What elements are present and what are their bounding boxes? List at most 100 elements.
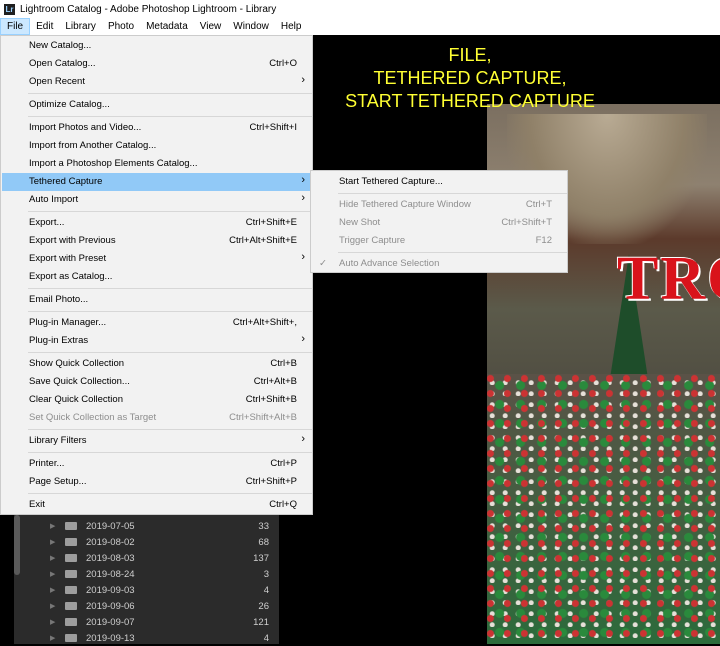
menu-bar: File Edit Library Photo Metadata View Wi…: [0, 18, 720, 35]
lightroom-app-icon: Lr: [4, 3, 15, 15]
menu-item-new-catalog[interactable]: New Catalog...: [2, 37, 313, 55]
menu-item-printer[interactable]: Printer... Ctrl+P: [2, 455, 313, 473]
menu-item-new-shot: New Shot Ctrl+Shift+T: [312, 214, 568, 232]
menu-item-page-setup[interactable]: Page Setup... Ctrl+Shift+P: [2, 473, 313, 491]
menu-item-label: Show Quick Collection: [29, 358, 125, 369]
menu-item-shortcut: Ctrl+Alt+B: [253, 376, 297, 387]
menu-metadata[interactable]: Metadata: [140, 18, 194, 35]
menu-item-label: Export with Previous: [29, 235, 116, 246]
menu-item-export-as-catalog[interactable]: Export as Catalog...: [2, 268, 313, 286]
menu-item-shortcut: Ctrl+Shift+Alt+B: [229, 412, 297, 423]
menu-item-tethered-capture[interactable]: Tethered Capture ›: [2, 173, 313, 191]
submenu-arrow-icon: ›: [301, 174, 305, 186]
folder-row[interactable]: ▶ 2019-07-05 33: [14, 518, 279, 534]
window-title: Lightroom Catalog - Adobe Photoshop Ligh…: [20, 3, 277, 15]
menu-item-plugin-manager[interactable]: Plug-in Manager... Ctrl+Alt+Shift+,: [2, 314, 313, 332]
folder-row[interactable]: ▶ 2019-09-03 4: [14, 582, 279, 598]
folder-name: 2019-09-13: [86, 632, 135, 644]
menu-item-hide-tethered-window: Hide Tethered Capture Window Ctrl+T: [312, 196, 568, 214]
submenu-arrow-icon: ›: [301, 251, 305, 263]
menu-item-label: Import from Another Catalog...: [29, 140, 157, 151]
expand-triangle-icon[interactable]: ▶: [50, 570, 55, 578]
submenu-arrow-icon: ›: [301, 74, 305, 86]
expand-triangle-icon[interactable]: ▶: [50, 586, 55, 594]
menu-item-label: Open Catalog...: [29, 58, 96, 69]
menu-separator: [28, 116, 312, 117]
menu-item-shortcut: Ctrl+O: [269, 58, 297, 69]
menu-item-set-quick-collection-target: Set Quick Collection as Target Ctrl+Shift…: [2, 409, 313, 427]
menu-item-shortcut: Ctrl+Shift+P: [245, 476, 297, 487]
menu-item-label: Plug-in Extras: [29, 335, 89, 346]
menu-item-export-preset[interactable]: Export with Preset ›: [2, 250, 313, 268]
folder-count: 3: [263, 568, 269, 580]
menu-item-email-photo[interactable]: Email Photo...: [2, 291, 313, 309]
menu-item-shortcut: Ctrl+Alt+Shift+,: [232, 317, 297, 328]
menu-item-import-photos[interactable]: Import Photos and Video... Ctrl+Shift+I: [2, 119, 313, 137]
menu-window[interactable]: Window: [227, 18, 275, 35]
menu-item-label: Auto Advance Selection: [339, 258, 440, 269]
menu-item-start-tethered-capture[interactable]: Start Tethered Capture...: [312, 173, 568, 191]
menu-item-label: Start Tethered Capture...: [339, 176, 443, 187]
folder-icon: [65, 538, 77, 546]
menu-item-export[interactable]: Export... Ctrl+Shift+E: [2, 214, 313, 232]
expand-triangle-icon[interactable]: ▶: [50, 634, 55, 642]
expand-triangle-icon[interactable]: ▶: [50, 554, 55, 562]
menu-item-library-filters[interactable]: Library Filters ›: [2, 432, 313, 450]
folder-row[interactable]: ▶ 2019-09-06 26: [14, 598, 279, 614]
menu-item-open-recent[interactable]: Open Recent ›: [2, 73, 313, 91]
folder-name: 2019-07-05: [86, 520, 135, 532]
expand-triangle-icon[interactable]: ▶: [50, 522, 55, 530]
expand-triangle-icon[interactable]: ▶: [50, 538, 55, 546]
menu-item-label: Set Quick Collection as Target: [29, 412, 157, 423]
menu-item-label: Export...: [29, 217, 65, 228]
menu-item-export-previous[interactable]: Export with Previous Ctrl+Alt+Shift+E: [2, 232, 313, 250]
folder-count: 4: [263, 584, 269, 596]
menu-separator: [28, 288, 312, 289]
menu-edit[interactable]: Edit: [30, 18, 59, 35]
folder-icon: [65, 634, 77, 642]
menu-item-label: Page Setup...: [29, 476, 87, 487]
menu-view[interactable]: View: [194, 18, 228, 35]
menu-library[interactable]: Library: [59, 18, 102, 35]
menu-item-optimize-catalog[interactable]: Optimize Catalog...: [2, 96, 313, 114]
folder-icon: [65, 554, 77, 562]
menu-item-import-elements-catalog[interactable]: Import a Photoshop Elements Catalog...: [2, 155, 313, 173]
menu-item-clear-quick-collection[interactable]: Clear Quick Collection Ctrl+Shift+B: [2, 391, 313, 409]
menu-item-label: Plug-in Manager...: [29, 317, 107, 328]
folder-row[interactable]: ▶ 2019-09-07 121: [14, 614, 279, 630]
folder-row[interactable]: ▶ 2019-08-02 68: [14, 534, 279, 550]
menu-item-label: Email Photo...: [29, 294, 89, 305]
folder-row[interactable]: ▶ 2019-08-03 137: [14, 550, 279, 566]
menu-help[interactable]: Help: [275, 18, 308, 35]
caption-line-3: START TETHERED CAPTURE: [345, 91, 595, 111]
menu-item-auto-import[interactable]: Auto Import ›: [2, 191, 313, 209]
menu-item-label: New Catalog...: [29, 40, 92, 51]
menu-item-exit[interactable]: Exit Ctrl+Q: [2, 496, 313, 514]
menu-separator: [28, 493, 312, 494]
menu-item-open-catalog[interactable]: Open Catalog... Ctrl+O: [2, 55, 313, 73]
folder-icon: [65, 570, 77, 578]
menu-item-import-another-catalog[interactable]: Import from Another Catalog...: [2, 137, 313, 155]
menu-item-shortcut: Ctrl+Shift+B: [245, 394, 297, 405]
menu-item-shortcut: Ctrl+Shift+I: [249, 122, 297, 133]
title-bar: Lr Lightroom Catalog - Adobe Photoshop L…: [0, 0, 720, 18]
menu-item-label: Export as Catalog...: [29, 271, 113, 282]
menu-item-shortcut: Ctrl+Shift+T: [501, 217, 552, 228]
menu-item-trigger-capture: Trigger Capture F12: [312, 232, 568, 250]
menu-item-plugin-extras[interactable]: Plug-in Extras ›: [2, 332, 313, 350]
menu-photo[interactable]: Photo: [102, 18, 140, 35]
folder-name: 2019-09-03: [86, 584, 135, 596]
tethered-capture-submenu: Start Tethered Capture... Hide Tethered …: [310, 170, 568, 273]
menu-separator: [28, 211, 312, 212]
menu-item-show-quick-collection[interactable]: Show Quick Collection Ctrl+B: [2, 355, 313, 373]
menu-file[interactable]: File: [0, 18, 31, 35]
expand-triangle-icon[interactable]: ▶: [50, 602, 55, 610]
menu-separator: [338, 252, 567, 253]
expand-triangle-icon[interactable]: ▶: [50, 618, 55, 626]
folder-count: 26: [258, 600, 269, 612]
menu-item-save-quick-collection[interactable]: Save Quick Collection... Ctrl+Alt+B: [2, 373, 313, 391]
menu-item-label: Save Quick Collection...: [29, 376, 130, 387]
menu-separator: [28, 93, 312, 94]
submenu-arrow-icon: ›: [301, 433, 305, 445]
folder-row[interactable]: ▶ 2019-08-24 3: [14, 566, 279, 582]
